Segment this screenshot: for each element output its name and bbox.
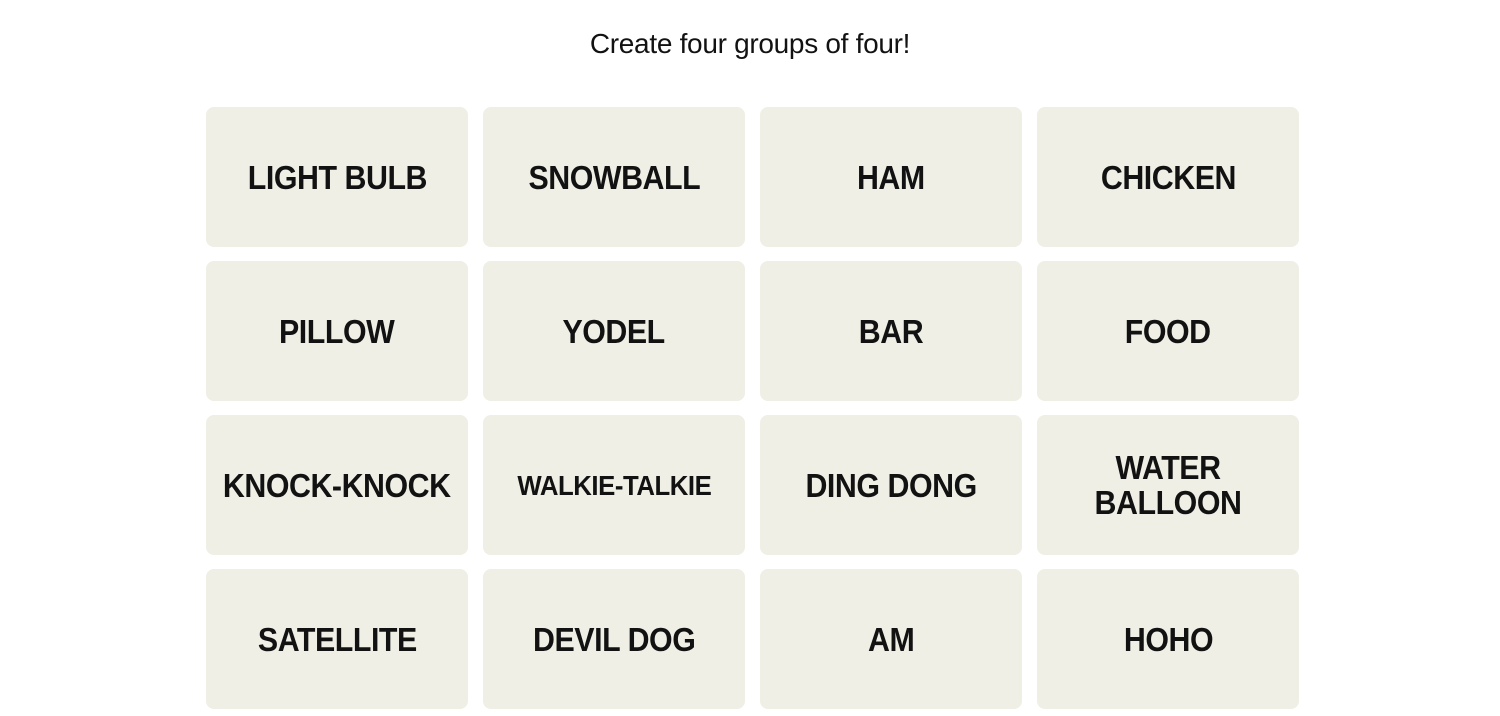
word-tile[interactable]: CHICKEN xyxy=(1037,107,1299,247)
word-tile[interactable]: KNOCK-KNOCK xyxy=(206,415,468,555)
word-tile[interactable]: BAR xyxy=(760,261,1022,401)
tile-label: BAR xyxy=(858,312,924,350)
word-tile[interactable]: WALKIE-TALKIE xyxy=(483,415,745,555)
tile-label: CHICKEN xyxy=(1100,158,1236,196)
tile-label: KNOCK-KNOCK xyxy=(223,466,451,504)
tile-label: HOHO xyxy=(1123,620,1213,658)
word-tile[interactable]: HAM xyxy=(760,107,1022,247)
word-tile[interactable]: DEVIL DOG xyxy=(483,569,745,709)
tile-label: FOOD xyxy=(1125,312,1211,350)
word-tile[interactable]: LIGHT BULB xyxy=(206,107,468,247)
tile-label: DING DONG xyxy=(805,466,977,504)
word-tile[interactable]: FOOD xyxy=(1037,261,1299,401)
tile-label: PILLOW xyxy=(279,312,395,350)
word-tile[interactable]: AM xyxy=(760,569,1022,709)
word-tile[interactable]: SNOWBALL xyxy=(483,107,745,247)
tile-label: WALKIE-TALKIE xyxy=(517,469,711,501)
word-tile[interactable]: DING DONG xyxy=(760,415,1022,555)
tile-label: LIGHT BULB xyxy=(247,158,427,196)
word-tile[interactable]: YODEL xyxy=(483,261,745,401)
word-tile[interactable]: PILLOW xyxy=(206,261,468,401)
tile-label: HAM xyxy=(857,158,925,196)
tile-label: DEVIL DOG xyxy=(532,620,696,658)
tile-label: AM xyxy=(867,620,915,658)
word-tile[interactable]: HOHO xyxy=(1037,569,1299,709)
tile-label: SATELLITE xyxy=(257,620,417,658)
word-tile[interactable]: SATELLITE xyxy=(206,569,468,709)
tile-label: YODEL xyxy=(562,312,666,350)
tile-label: SNOWBALL xyxy=(528,158,700,196)
word-grid: LIGHT BULB SNOWBALL HAM CHICKEN PILLOW Y… xyxy=(206,107,1299,709)
word-tile[interactable]: WATER BALLOON xyxy=(1037,415,1299,555)
tile-label: WATER BALLOON xyxy=(1094,449,1242,521)
instructions-subtitle: Create four groups of four! xyxy=(589,28,911,59)
